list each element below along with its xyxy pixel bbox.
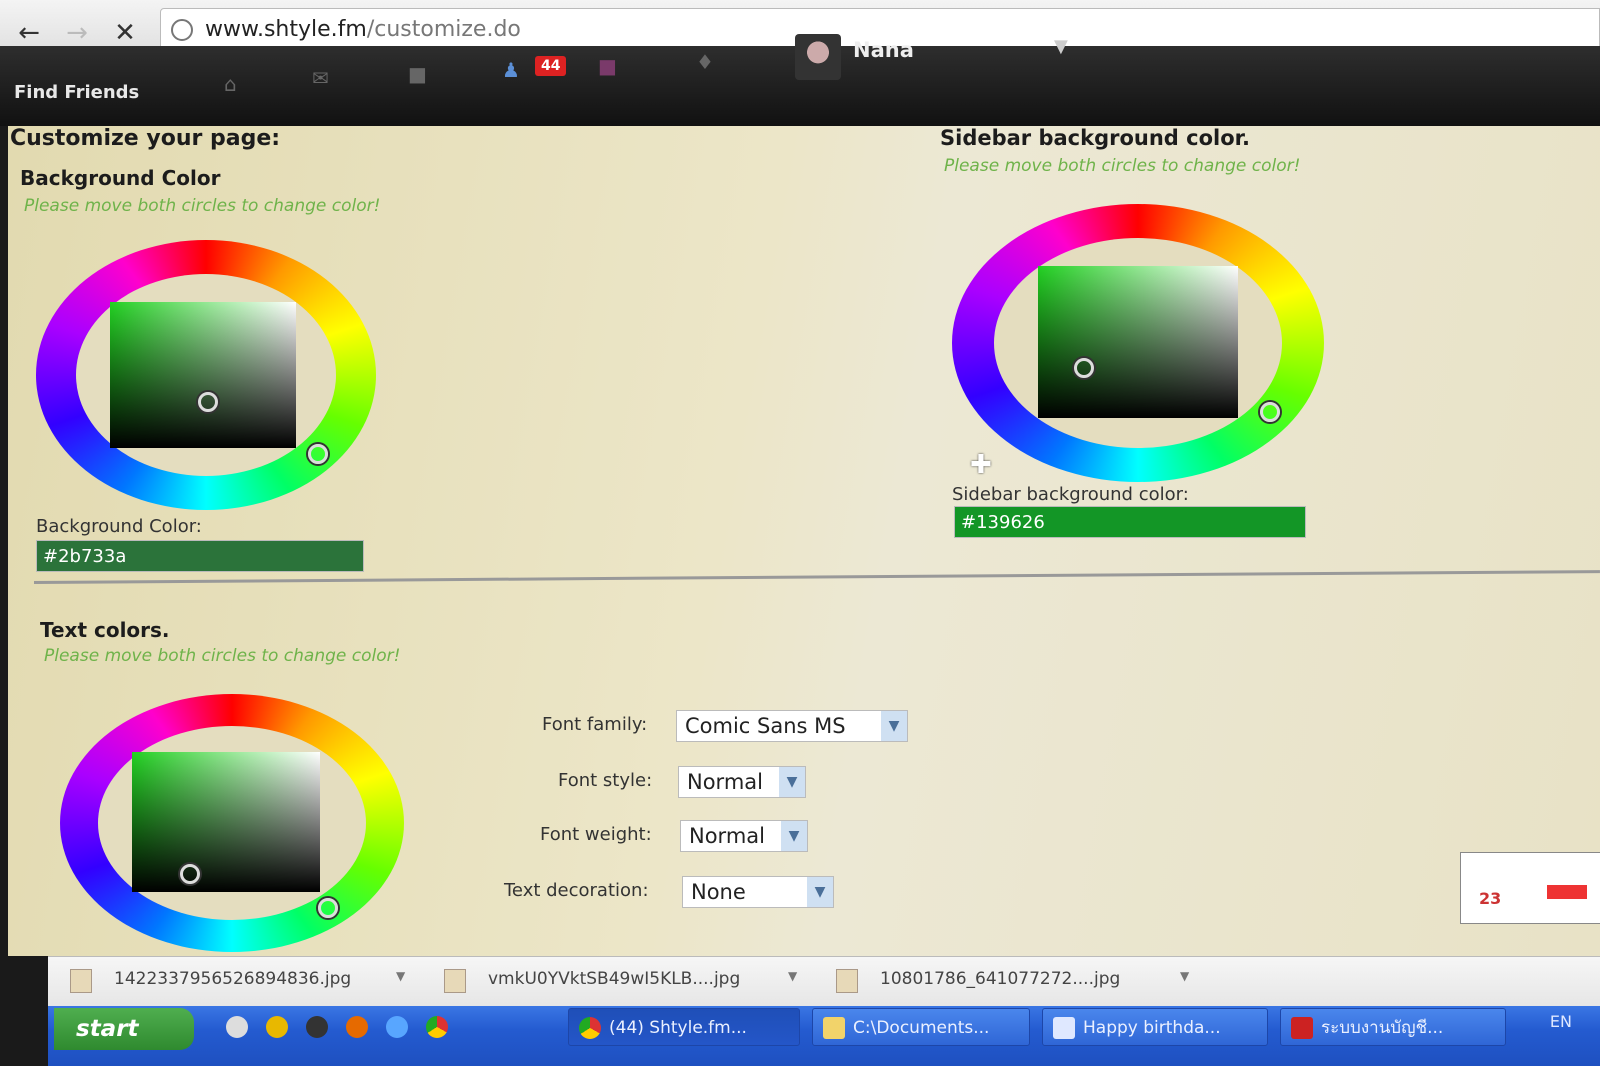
forward-arrow-icon[interactable]: → [62,18,92,48]
font-family-label: Font family: [542,714,648,735]
gift-icon[interactable]: ■ [598,54,617,78]
background-field-label: Background Color: [36,516,202,537]
font-family-value: Comic Sans MS [685,714,846,738]
text-sv-handle[interactable] [180,864,200,884]
avatar[interactable] [795,34,841,80]
download-name: vmkU0YVktSB49wI5KLB....jpg [488,969,741,989]
url-text: www.shtyle.fm/customize.do [205,17,521,42]
side-widget-number: 23 [1479,889,1502,908]
text-decoration-label: Text decoration: [504,880,649,901]
download-item[interactable]: vmkU0YVktSB49wI5KLB....jpg ▼ [444,965,804,999]
font-weight-select[interactable]: Normal ▼ [680,820,808,852]
sidebar-hue-handle[interactable] [1260,402,1280,422]
quicklaunch-icon[interactable] [306,1016,328,1038]
back-arrow-icon[interactable]: ← [14,18,44,48]
chrome-icon[interactable] [426,1016,448,1038]
user-name[interactable]: Nana [853,38,914,62]
task-label: Happy birthda... [1083,1018,1221,1038]
chevron-down-icon: ▼ [881,711,907,741]
friends-icon[interactable]: ♟ [502,58,520,82]
page-title: Customize your page: [10,126,281,151]
file-icon [836,969,858,993]
app-icon [1291,1017,1313,1039]
mail-icon[interactable]: ✉ [312,66,329,90]
font-weight-label: Font weight: [540,824,652,845]
task-button[interactable]: (44) Shtyle.fm... [568,1008,800,1046]
side-widget-bar [1547,885,1587,899]
text-decoration-select[interactable]: None ▼ [682,876,834,908]
task-button[interactable]: Happy birthda... [1042,1008,1268,1046]
file-icon [444,969,466,993]
chat-icon[interactable]: ■ [408,62,427,86]
chevron-down-icon[interactable]: ▼ [1054,36,1068,57]
stop-icon[interactable]: ✕ [110,18,140,48]
ie-icon[interactable] [386,1016,408,1038]
text-colors-heading: Text colors. [40,618,170,642]
language-indicator[interactable]: EN [1550,1012,1572,1031]
home-icon[interactable]: ⌂ [224,72,237,96]
chevron-down-icon[interactable]: ▼ [1180,969,1189,983]
background-heading: Background Color [20,166,221,190]
image-viewer-icon [1053,1017,1075,1039]
find-friends-link[interactable]: Find Friends [14,82,139,103]
download-name: 10801786_641077272....jpg [880,969,1121,989]
move-cursor-icon: ✚ [970,450,992,480]
text-hue-handle[interactable] [318,898,338,918]
download-name: 1422337956526894836.jpg [114,969,352,989]
customize-page: Customize your page: Background Color Pl… [8,126,1600,956]
notification-badge[interactable]: 44 [535,56,567,76]
chevron-down-icon[interactable]: ▼ [788,969,797,983]
sidebar-color-input[interactable]: #139626 [954,506,1306,538]
text-decoration-value: None [691,880,746,904]
sidebar-field-label: Sidebar background color: [952,484,1189,505]
text-colors-hint: Please move both circles to change color… [44,646,401,666]
site-top-bar: Find Friends ⌂ ✉ ■ ♟ 44 ■ ♦ Nana ▼ [0,34,1600,126]
sidebar-hint: Please move both circles to change color… [944,156,1301,176]
chevron-down-icon: ▼ [781,821,807,851]
background-hue-handle[interactable] [308,444,328,464]
side-widget[interactable]: 23 [1460,852,1600,924]
background-sv-square[interactable] [110,302,296,448]
task-button[interactable]: C:\Documents... [812,1008,1030,1046]
chevron-down-icon[interactable]: ▼ [396,969,405,983]
font-style-value: Normal [687,770,763,794]
font-family-select[interactable]: Comic Sans MS ▼ [676,710,908,742]
quicklaunch-icon[interactable] [226,1016,248,1038]
section-divider [33,570,1600,584]
download-item[interactable]: 10801786_641077272....jpg ▼ [836,965,1196,999]
file-icon [70,969,92,993]
chevron-down-icon: ▼ [779,767,805,797]
globe-icon [171,19,193,41]
start-button[interactable]: start [54,1008,194,1050]
font-style-label: Font style: [558,770,653,791]
sidebar-heading: Sidebar background color. [940,126,1250,150]
task-label: (44) Shtyle.fm... [609,1018,747,1038]
font-style-select[interactable]: Normal ▼ [678,766,806,798]
task-label: C:\Documents... [853,1018,990,1038]
url-path: /customize.do [366,17,521,42]
font-weight-value: Normal [689,824,765,848]
download-item[interactable]: 1422337956526894836.jpg ▼ [70,965,410,999]
windows-taskbar: start (44) Shtyle.fm... C:\Documents... … [48,1006,1600,1066]
background-color-input[interactable]: #2b733a [36,540,364,572]
folder-icon [823,1017,845,1039]
tag-icon[interactable]: ♦ [696,50,714,74]
background-sv-handle[interactable] [198,392,218,412]
downloads-bar: 1422337956526894836.jpg ▼ vmkU0YVktSB49w… [48,956,1600,1007]
chrome-icon [579,1017,601,1039]
sidebar-sv-handle[interactable] [1074,358,1094,378]
url-host: www.shtyle.fm [205,17,367,42]
task-label: ระบบงานบัญชี... [1321,1018,1444,1038]
chevron-down-icon: ▼ [807,877,833,907]
task-button[interactable]: ระบบงานบัญชี... [1280,1008,1506,1046]
text-sv-square[interactable] [132,752,320,892]
sidebar-sv-square[interactable] [1038,266,1238,418]
background-hint: Please move both circles to change color… [24,196,381,216]
quicklaunch-icon[interactable] [266,1016,288,1038]
firefox-icon[interactable] [346,1016,368,1038]
